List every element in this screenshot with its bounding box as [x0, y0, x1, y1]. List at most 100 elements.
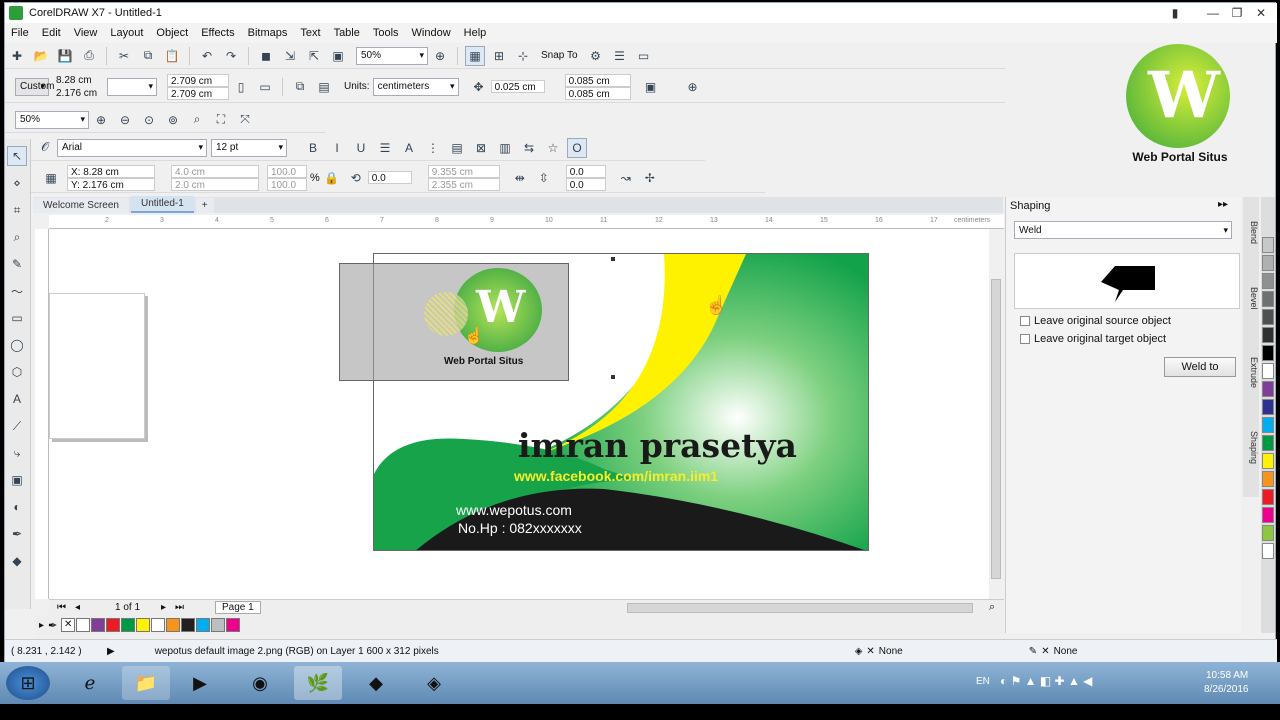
palette-swatch[interactable]: [91, 618, 106, 632]
horizontal-ruler[interactable]: 2 3 4 5 6 7 8 9 10 11 12 13 14 15 16 17 …: [49, 215, 1004, 229]
horizontal-scroll-thumb[interactable]: [627, 603, 973, 613]
color-swatch[interactable]: [1262, 525, 1274, 541]
pos2-y-field[interactable]: 2.355 cm: [427, 177, 500, 191]
zoom-level-select[interactable]: 50%: [15, 110, 89, 129]
polygon-tool-icon[interactable]: ⬡: [7, 362, 27, 382]
color-swatch[interactable]: [1262, 273, 1274, 289]
portrait-icon[interactable]: ▯: [231, 77, 251, 97]
text-props-icon[interactable]: ▥: [495, 138, 515, 158]
leave-target-option[interactable]: Leave original target object: [1020, 333, 1166, 345]
paste-icon[interactable]: 📋: [162, 46, 182, 66]
palette-swatch[interactable]: [76, 618, 91, 632]
glyph-icon[interactable]: ☆: [543, 138, 563, 158]
ie-icon[interactable]: ℯ: [66, 666, 114, 700]
app-icon-2[interactable]: ◈: [410, 666, 458, 700]
scale-x-field[interactable]: 100.0: [267, 164, 307, 178]
obj-w-field[interactable]: 4.0 cm: [171, 164, 259, 178]
vertical-scroll-thumb[interactable]: [991, 279, 1001, 579]
color-swatch[interactable]: [1262, 435, 1274, 451]
color-swatch[interactable]: [1262, 309, 1274, 325]
eyedropper-icon[interactable]: ✒: [7, 524, 27, 544]
snap-node-icon[interactable]: ✢: [640, 168, 660, 188]
landscape-icon[interactable]: ▭: [255, 77, 275, 97]
vertical-scrollbar[interactable]: [989, 229, 1003, 599]
color-swatch[interactable]: [1262, 345, 1274, 361]
rulers-icon[interactable]: ▦: [465, 45, 485, 66]
opentype-icon[interactable]: O: [567, 137, 587, 158]
zoom-selected-icon[interactable]: ⊙: [139, 110, 159, 130]
color-swatch[interactable]: [1262, 255, 1274, 271]
angle-field[interactable]: 0.0: [367, 171, 412, 184]
palette-swatch[interactable]: [196, 618, 211, 632]
preset-select[interactable]: Custom: [15, 77, 54, 96]
restore-button[interactable]: ❐: [1227, 5, 1247, 21]
media-player-icon[interactable]: ▶: [176, 666, 224, 700]
eyedropper-icon[interactable]: ✒: [48, 619, 57, 632]
redo-icon[interactable]: ↷: [221, 46, 241, 66]
palette-swatch[interactable]: [166, 618, 181, 632]
export-icon[interactable]: ⇱: [304, 46, 324, 66]
bullet-list-icon[interactable]: ⋮: [423, 138, 443, 158]
underline-icon[interactable]: U: [351, 138, 371, 158]
zoom-width-icon[interactable]: ⛶: [211, 110, 231, 130]
new-tab-icon[interactable]: +: [195, 198, 214, 213]
zoom-tool-icon[interactable]: ⌕: [7, 227, 27, 247]
rectangle-tool-icon[interactable]: ▭: [7, 308, 27, 328]
tab-shaping[interactable]: Shaping: [1243, 431, 1259, 464]
card-website[interactable]: www.wepotus.com: [456, 502, 572, 518]
menu-window[interactable]: Window: [412, 27, 451, 39]
outline-pen-icon[interactable]: ✎: [1029, 646, 1037, 657]
height-field[interactable]: 2.709 cm: [167, 86, 229, 100]
color-swatch[interactable]: [1262, 417, 1274, 433]
menu-file[interactable]: File: [11, 27, 29, 39]
scale-y-field[interactable]: 100.0: [267, 177, 307, 191]
color-swatch[interactable]: [1262, 291, 1274, 307]
clock-date[interactable]: 8/26/2016: [1204, 684, 1249, 695]
color-swatch[interactable]: [1262, 363, 1274, 379]
zoom-out-icon[interactable]: ⊖: [115, 110, 135, 130]
obj-h-field[interactable]: 2.0 cm: [171, 177, 259, 191]
tray-icons[interactable]: ◐ ⚑ ▲ ◧ ✚ ▲ ◀: [1000, 674, 1092, 688]
nudge-field[interactable]: 0.025 cm: [490, 80, 545, 93]
options-icon[interactable]: ⚙: [586, 46, 606, 66]
card-facebook[interactable]: www.facebook.com/imran.iim1: [514, 468, 718, 484]
copy-icon[interactable]: ⧉: [138, 46, 158, 66]
next-page-icon[interactable]: ▸: [161, 602, 166, 613]
palette-swatch[interactable]: [151, 618, 166, 632]
menu-layout[interactable]: Layout: [110, 27, 143, 39]
units-select[interactable]: centimeters: [372, 77, 459, 96]
menu-edit[interactable]: Edit: [42, 27, 61, 39]
leave-target-checkbox[interactable]: [1020, 334, 1030, 344]
wrap-text-icon[interactable]: ↝: [616, 168, 636, 188]
color-swatch[interactable]: [1262, 381, 1274, 397]
tab-bevel[interactable]: Bevel: [1243, 287, 1259, 310]
pos2-x-field[interactable]: 9.355 cm: [427, 164, 500, 178]
mirror-v-icon[interactable]: ⇳: [534, 168, 554, 188]
guidelines-icon[interactable]: ⊹: [513, 46, 533, 66]
palette-swatch[interactable]: [106, 618, 121, 632]
fill-icon[interactable]: ◈: [855, 646, 863, 657]
tab-blend[interactable]: Blend: [1243, 221, 1259, 244]
open-icon[interactable]: 📂: [31, 46, 51, 66]
new-icon[interactable]: ✚: [7, 46, 27, 66]
doc-icon[interactable]: ▮: [1165, 5, 1185, 21]
edit-text-icon[interactable]: ⇆: [519, 138, 539, 158]
welcome-screen-icon[interactable]: ▭: [634, 46, 654, 66]
tab-welcome-screen[interactable]: Welcome Screen: [33, 198, 129, 213]
drawing-canvas[interactable]: imran prasetya www.facebook.com/imran.ii…: [49, 229, 989, 599]
language-indicator[interactable]: EN: [976, 676, 990, 687]
zoom-select[interactable]: 50%: [356, 46, 428, 65]
palette-swatch[interactable]: [226, 618, 241, 632]
menu-bitmaps[interactable]: Bitmaps: [248, 27, 288, 39]
first-page-icon[interactable]: ⏮: [57, 602, 66, 613]
undo-icon[interactable]: ↶: [197, 46, 217, 66]
drop-cap-icon[interactable]: ▤: [447, 138, 467, 158]
explorer-icon[interactable]: 📁: [122, 666, 170, 700]
text-align-icon[interactable]: ☰: [375, 138, 395, 158]
minimize-button[interactable]: —: [1203, 5, 1223, 21]
import-icon[interactable]: ⇲: [280, 46, 300, 66]
object-origin-icon[interactable]: ▦: [41, 168, 61, 188]
zoom-page-icon[interactable]: ⌕: [187, 110, 207, 130]
card-phone[interactable]: No.Hp : 082xxxxxxx: [458, 520, 582, 536]
columns-icon[interactable]: ⊠: [471, 138, 491, 158]
